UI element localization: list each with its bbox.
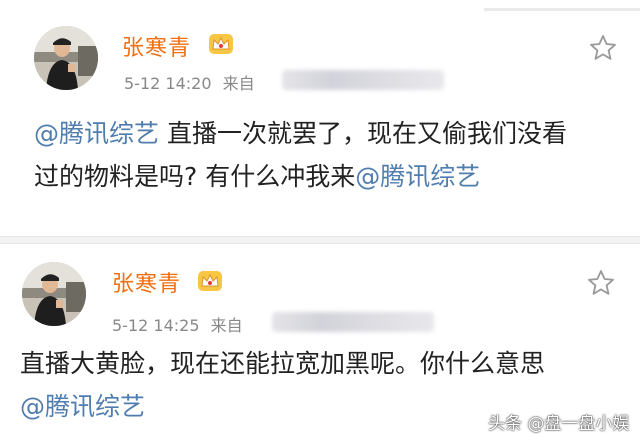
mention-link[interactable]: @腾讯综艺 xyxy=(20,392,145,421)
mention-link[interactable]: @腾讯综艺 xyxy=(34,119,159,148)
source-label: 来自 xyxy=(210,316,243,335)
post-text-line-2: @腾讯综艺 xyxy=(20,385,545,428)
avatar-photo xyxy=(34,26,98,90)
blurred-source xyxy=(282,70,444,90)
post-meta: 5-12 14:20 来自 xyxy=(124,70,255,94)
avatar-photo xyxy=(22,262,86,326)
post-text: 直播大黄脸，现在还能拉宽加黑呢。你什么意思 @腾讯综艺 xyxy=(20,342,545,428)
post-text: @腾讯综艺 直播一次就罢了，现在又偷我们没看 过的物料是吗? 有什么冲我来@腾讯… xyxy=(34,112,567,198)
post-divider xyxy=(0,236,640,244)
star-icon[interactable] xyxy=(586,268,616,298)
crown-badge-icon xyxy=(209,34,233,54)
source-label: 来自 xyxy=(222,74,255,93)
blurred-source xyxy=(272,312,434,332)
crown-badge-icon xyxy=(198,271,222,291)
username[interactable]: 张寒青 xyxy=(122,30,191,62)
text-span: 过的物料是吗? 有什么冲我来 xyxy=(34,162,356,191)
post-text-line-1: @腾讯综艺 直播一次就罢了，现在又偷我们没看 xyxy=(34,112,567,155)
post-text-line-1: 直播大黄脸，现在还能拉宽加黑呢。你什么意思 xyxy=(20,349,546,378)
watermark: 头条 @盘一盘小娱 xyxy=(488,414,630,434)
username[interactable]: 张寒青 xyxy=(112,266,181,298)
post-text-line-2: 过的物料是吗? 有什么冲我来@腾讯综艺 xyxy=(34,155,567,198)
post-time: 5-12 14:25 xyxy=(112,316,200,335)
post-time: 5-12 14:20 xyxy=(124,74,212,93)
star-icon[interactable] xyxy=(588,33,618,63)
mention-link[interactable]: @腾讯综艺 xyxy=(355,162,480,191)
text-span: 直播一次就罢了，现在又偷我们没看 xyxy=(159,119,567,148)
weibo-feed: 张寒青 5-12 14:20 来自 @腾讯综艺 直播一次就罢了，现在又偷我们没看… xyxy=(0,0,640,441)
avatar[interactable] xyxy=(34,26,98,90)
post-meta: 5-12 14:25 来自 xyxy=(112,312,243,336)
post-1: 张寒青 5-12 14:20 来自 @腾讯综艺 直播一次就罢了，现在又偷我们没看… xyxy=(0,0,640,236)
avatar[interactable] xyxy=(22,262,86,326)
